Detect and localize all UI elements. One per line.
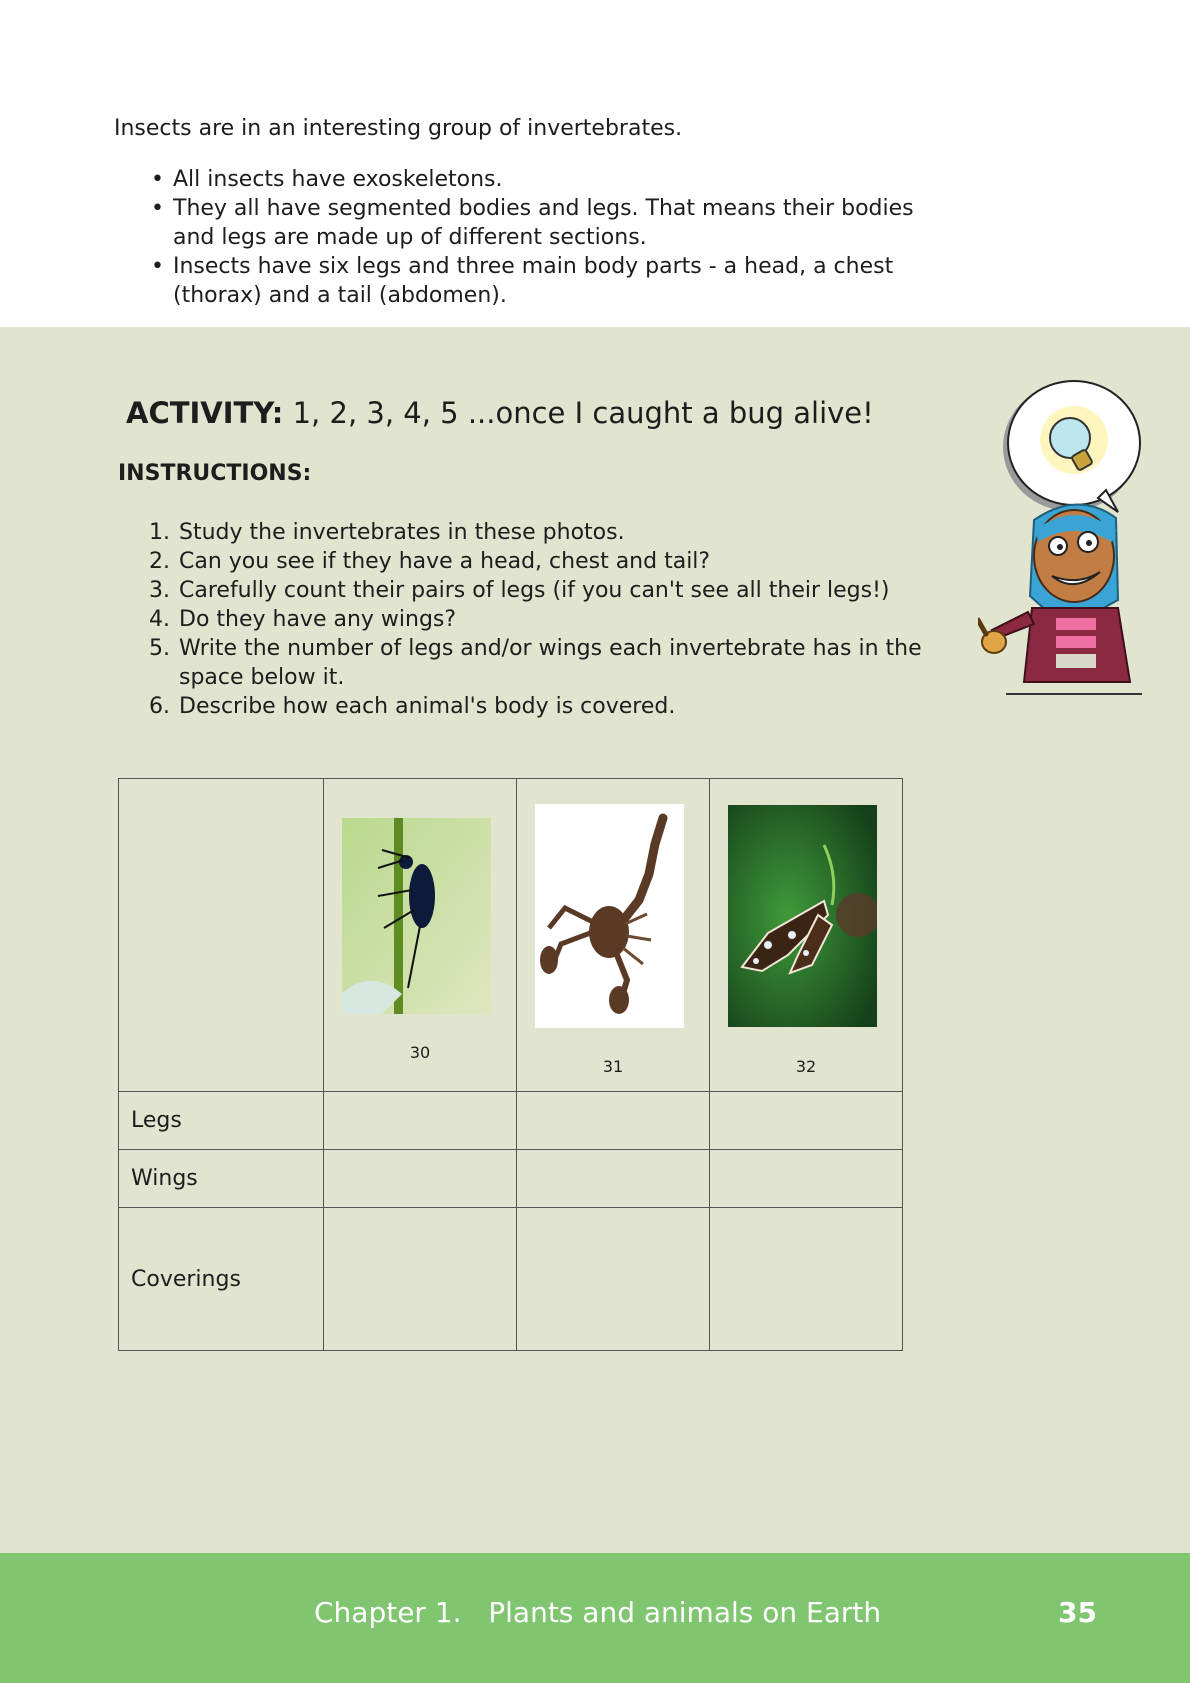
photo-cell-butterfly: 32 [709,778,903,1092]
photo-caption: 30 [409,1043,431,1062]
answer-cell[interactable] [709,1091,903,1150]
butterfly-photo [728,805,877,1027]
scorpion-photo [535,804,684,1028]
table-photo-row: 30 31 32 [118,778,903,1092]
character-illustration [978,380,1142,695]
character-figure [978,503,1142,695]
instruction-step: Can you see if they have a head, chest a… [177,547,977,576]
answer-cell[interactable] [323,1149,517,1208]
instruction-step: Do they have any wings? [177,605,977,634]
instruction-steps: Study the invertebrates in these photos.… [118,518,977,721]
intro-bullet-list: All insects have exoskeletons. They all … [114,165,934,310]
idea-bubble-icon [1003,380,1141,513]
intro-section: Insects are in an interesting group of i… [114,112,934,310]
instruction-step: Describe how each animal's body is cover… [177,692,977,721]
answer-cell[interactable] [323,1207,517,1351]
photo-caption: 32 [795,1057,817,1076]
table-row: Coverings [118,1207,903,1351]
chapter-title: Chapter 1. Plants and animals on Earth [314,1596,882,1629]
page-number: 35 [1058,1596,1097,1629]
row-label-legs: Legs [118,1091,324,1150]
row-label-coverings: Coverings [118,1207,324,1351]
photo-cell-scorpion: 31 [516,778,710,1092]
activity-label: ACTIVITY: [126,396,284,430]
instruction-step: Carefully count their pairs of legs (if … [177,576,977,605]
activity-table: 30 31 32 Legs Wings Coverings [118,778,903,1351]
intro-lead: Insects are in an interesting group of i… [114,116,683,141]
intro-bullet: Insects have six legs and three main bod… [151,252,934,310]
row-label-wings: Wings [118,1149,324,1208]
instruction-step: Study the invertebrates in these photos. [177,518,977,547]
instruction-step: Write the number of legs and/or wings ea… [177,634,977,692]
activity-title-text: 1, 2, 3, 4, 5 ...once I caught a bug ali… [292,396,874,430]
intro-bullet: They all have segmented bodies and legs.… [151,194,934,252]
photo-caption: 31 [602,1057,624,1076]
table-row: Wings [118,1149,903,1208]
photo-cell-beetle: 30 [323,778,517,1092]
answer-cell[interactable] [516,1149,710,1208]
answer-cell[interactable] [709,1207,903,1351]
instructions-heading: INSTRUCTIONS: [118,461,312,486]
answer-cell[interactable] [323,1091,517,1150]
beetle-photo [342,818,491,1014]
intro-bullet: All insects have exoskeletons. [151,165,934,194]
answer-cell[interactable] [516,1207,710,1351]
table-row: Legs [118,1091,903,1150]
activity-title: ACTIVITY: 1, 2, 3, 4, 5 ...once I caught… [126,396,874,430]
answer-cell[interactable] [516,1091,710,1150]
table-empty-cell [118,778,324,1092]
answer-cell[interactable] [709,1149,903,1208]
